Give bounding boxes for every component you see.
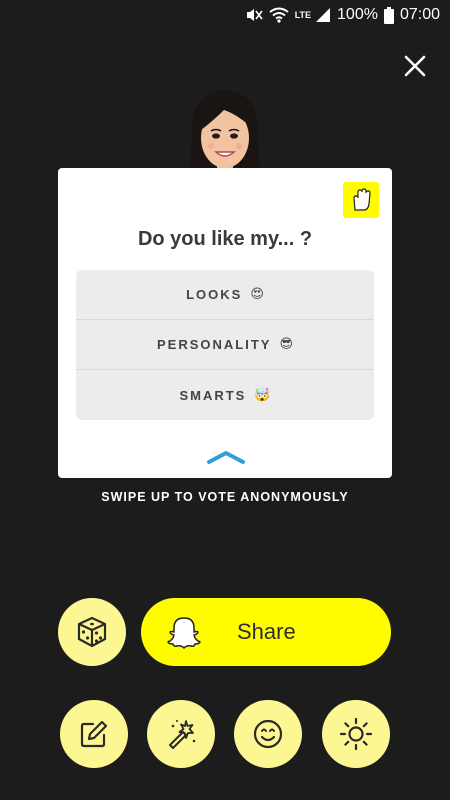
wifi-icon xyxy=(269,7,289,23)
edit-button[interactable] xyxy=(60,700,128,768)
battery-percent: 100% xyxy=(337,6,378,23)
share-button[interactable]: Share xyxy=(141,598,391,666)
magic-wand-button[interactable] xyxy=(147,700,215,768)
clock: 07:00 xyxy=(399,6,440,23)
poll-options: LOOKS 😍 PERSONALITY 😎 SMARTS 🤯 xyxy=(76,270,374,420)
smiley-icon xyxy=(253,719,283,749)
option-label: SMARTS xyxy=(179,387,247,403)
option-looks[interactable]: LOOKS 😍 xyxy=(76,270,374,320)
brightness-button[interactable] xyxy=(322,700,390,768)
poll-card: Do you like my... ? LOOKS 😍 PERSONALITY … xyxy=(58,168,392,478)
raised-hand-badge xyxy=(343,182,379,218)
emoji-button[interactable] xyxy=(234,700,302,768)
chevron-up-icon[interactable] xyxy=(206,450,246,464)
raised-hand-icon xyxy=(353,188,371,211)
snapchat-ghost-icon xyxy=(167,617,201,649)
sun-icon xyxy=(339,717,373,751)
randomize-button[interactable] xyxy=(58,598,126,666)
battery-icon xyxy=(383,6,394,24)
heart-eyes-emoji-icon: 😍 xyxy=(250,287,264,302)
edit-icon xyxy=(80,720,108,748)
magic-wand-icon xyxy=(169,720,196,749)
mute-icon xyxy=(246,9,263,21)
signal-icon xyxy=(316,8,331,22)
sunglasses-emoji-icon: 😎 xyxy=(279,337,294,352)
option-personality[interactable]: PERSONALITY 😎 xyxy=(76,320,374,370)
swipe-hint: SWIPE UP TO VOTE ANONYMOUSLY xyxy=(101,490,349,504)
status-bar: LTE 100% 07:00 xyxy=(0,0,450,30)
mind-blown-emoji-icon: 🤯 xyxy=(254,387,271,403)
option-label: LOOKS xyxy=(186,287,243,302)
network-type-label: LTE xyxy=(294,9,312,20)
dice-icon xyxy=(77,616,107,648)
option-label: PERSONALITY xyxy=(156,337,272,352)
poll-question: Do you like my... ? xyxy=(137,228,313,250)
close-icon[interactable] xyxy=(402,53,428,79)
option-smarts[interactable]: SMARTS 🤯 xyxy=(76,370,374,420)
share-label: Share xyxy=(237,619,296,644)
